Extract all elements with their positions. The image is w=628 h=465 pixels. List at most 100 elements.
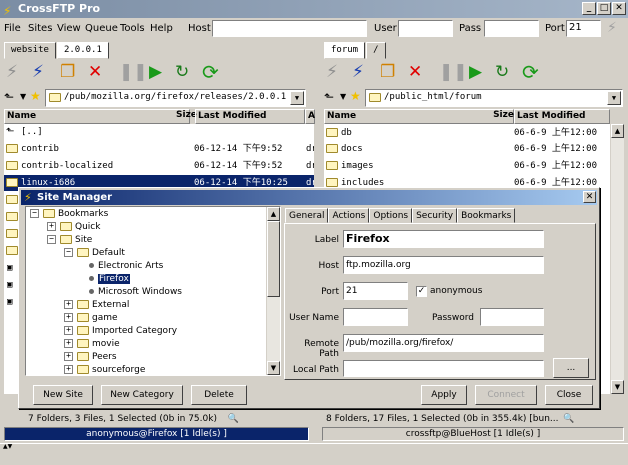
col-modified[interactable]: Last Modified <box>514 109 610 124</box>
menu-queue[interactable]: Queue <box>85 23 118 34</box>
anonymous-checkbox[interactable]: ✓ <box>416 286 427 297</box>
plug-icon[interactable]: ⚡ <box>352 62 364 82</box>
connect-button[interactable]: Connect <box>475 385 537 405</box>
tab-actions[interactable]: Actions <box>328 208 370 223</box>
expand-icon[interactable]: + <box>64 352 73 361</box>
refresh-icon[interactable]: ↻ <box>175 62 189 82</box>
expand-icon[interactable]: + <box>64 300 73 309</box>
right-path-input[interactable]: /public_html/forum ▼ <box>365 89 623 107</box>
file-row[interactable]: contrib 06-12-14 下午9:52 dr <box>4 141 314 157</box>
collapse-icon[interactable]: − <box>64 248 73 257</box>
col-modified[interactable]: Last Modified <box>195 109 305 124</box>
tree-scrollbar[interactable]: ▲ ▼ <box>266 207 280 375</box>
collapse-icon[interactable]: − <box>30 209 39 218</box>
play-icon[interactable]: ▶ <box>149 62 162 82</box>
local-path-input[interactable] <box>343 360 544 377</box>
port-input[interactable]: 21 <box>566 20 601 37</box>
new-folder-icon[interactable]: ❐ <box>60 62 75 82</box>
tree-folder-item[interactable]: + movie <box>64 338 120 350</box>
scroll-thumb[interactable] <box>267 221 280 297</box>
file-row[interactable]: db 06-6-9 上午12:00 <box>324 125 610 141</box>
host-input[interactable] <box>212 20 367 37</box>
tree-folder-item[interactable]: + Quick <box>47 221 100 233</box>
maximize-button[interactable]: □ <box>597 2 611 15</box>
scroll-down-icon[interactable]: ▼ <box>267 361 280 375</box>
new-site-button[interactable]: New Site <box>33 385 93 405</box>
scroll-down-icon[interactable]: ▼ <box>611 380 624 394</box>
new-category-button[interactable]: New Category <box>101 385 183 405</box>
file-row[interactable]: contrib-localized 06-12-14 下午9:52 dr <box>4 158 314 174</box>
disconnect-icon[interactable]: ⚡ <box>6 62 18 82</box>
star-icon[interactable]: ★ <box>30 89 41 103</box>
pause-icon[interactable]: ❚❚ <box>119 62 148 82</box>
menu-sites[interactable]: Sites <box>28 23 52 34</box>
expand-icon[interactable]: + <box>64 365 73 374</box>
user-input[interactable] <box>398 20 453 37</box>
tab-forum[interactable]: forum <box>324 42 366 59</box>
star-icon[interactable]: ★ <box>350 89 361 103</box>
pause-icon[interactable]: ❚❚ <box>439 62 468 82</box>
green-refresh-icon[interactable]: ⟳ <box>522 62 539 82</box>
minimize-button[interactable]: _ <box>582 2 596 15</box>
right-list-scrollbar[interactable]: ▲ ▼ <box>610 124 624 394</box>
remote-path-input[interactable]: /pub/mozilla.org/firefox/ <box>343 334 544 352</box>
file-row[interactable]: images 06-6-9 上午12:00 <box>324 158 610 174</box>
pass-input[interactable] <box>484 20 539 37</box>
menu-view[interactable]: View <box>57 23 81 34</box>
dialog-close-button[interactable]: ✕ <box>583 191 596 203</box>
tree-site-item[interactable]: Firefox <box>81 273 130 285</box>
col-size[interactable]: Size <box>490 109 514 124</box>
col-name[interactable]: Name <box>4 109 190 124</box>
password-input[interactable] <box>480 308 544 326</box>
red-x-icon[interactable]: ✕ <box>408 62 422 82</box>
tree-folder-item[interactable]: − Bookmarks <box>30 208 108 220</box>
scroll-up-icon[interactable]: ▲ <box>611 124 624 138</box>
green-refresh-icon[interactable]: ⟳ <box>202 62 219 82</box>
quick-connect-icon[interactable]: ⚡ <box>607 20 617 36</box>
disconnect-icon[interactable]: ⚡ <box>326 62 338 82</box>
scroll-up-icon[interactable]: ▲ <box>267 207 280 221</box>
parent-dir-icon[interactable]: ⬑ <box>324 90 334 104</box>
file-row[interactable]: docs 06-6-9 上午12:00 <box>324 141 610 157</box>
col-attr[interactable]: A <box>305 109 315 124</box>
tab-security[interactable]: Security <box>412 208 458 223</box>
port-field-input[interactable]: 21 <box>343 282 408 300</box>
tree-folder-item[interactable]: − Site <box>47 234 92 246</box>
username-input[interactable] <box>343 308 408 326</box>
tree-folder-item[interactable]: + Peers <box>64 351 117 363</box>
tab-bookmarks[interactable]: Bookmarks <box>457 208 516 223</box>
file-row[interactable]: ⬑ [..] <box>4 124 314 140</box>
expand-icon[interactable]: + <box>64 339 73 348</box>
refresh-icon[interactable]: ↻ <box>495 62 509 82</box>
expand-icon[interactable]: + <box>47 222 56 231</box>
log-panel-splitter[interactable]: ▲▼ <box>0 443 628 465</box>
tree-folder-item[interactable]: + External <box>64 299 129 311</box>
tree-site-item[interactable]: Electronic Arts <box>81 260 163 272</box>
tree-folder-item[interactable]: + game <box>64 312 118 324</box>
search-icon[interactable]: 🔍 <box>228 414 239 424</box>
tab-general[interactable]: General <box>285 208 329 223</box>
play-icon[interactable]: ▶ <box>469 62 482 82</box>
search-icon[interactable]: 🔍 <box>563 414 574 424</box>
label-input[interactable]: Firefox <box>343 230 544 248</box>
tree-folder-item[interactable]: + sourceforge <box>64 364 145 375</box>
host-field-input[interactable]: ftp.mozilla.org <box>343 256 544 274</box>
dropdown-arrow-icon[interactable]: ▼ <box>20 92 26 101</box>
tree-site-item[interactable]: Microsoft Windows <box>81 286 182 298</box>
tree-folder-item[interactable]: + Imported Category <box>64 325 177 337</box>
tab-options[interactable]: Options <box>369 208 413 223</box>
dropdown-arrow-icon[interactable]: ▼ <box>340 92 346 101</box>
menu-file[interactable]: File <box>4 23 21 34</box>
left-path-input[interactable]: /pub/mozilla.org/firefox/releases/2.0.0.… <box>45 89 306 107</box>
col-name[interactable]: Name <box>324 109 514 124</box>
new-folder-icon[interactable]: ❐ <box>380 62 395 82</box>
collapse-arrows-icon[interactable]: ▲▼ <box>3 443 12 450</box>
tab-root[interactable]: / <box>366 42 386 59</box>
tab-website[interactable]: website <box>4 42 56 59</box>
tree-folder-item[interactable]: − Default <box>64 247 125 259</box>
collapse-icon[interactable]: − <box>47 235 56 244</box>
expand-icon[interactable]: + <box>64 313 73 322</box>
apply-button[interactable]: Apply <box>421 385 467 405</box>
delete-button[interactable]: Delete <box>191 385 247 405</box>
expand-icon[interactable]: + <box>64 326 73 335</box>
